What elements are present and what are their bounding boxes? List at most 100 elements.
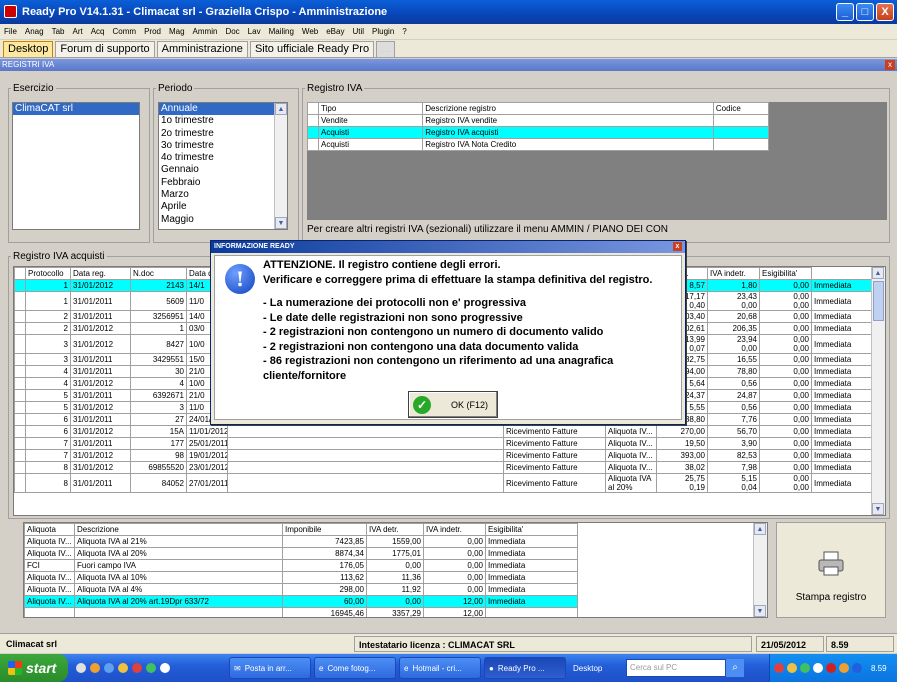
cell[interactable]: 0,00 xyxy=(759,413,812,426)
quicklaunch-icon[interactable] xyxy=(146,663,156,673)
cell[interactable]: Ricevimento Fatture xyxy=(503,449,606,462)
table-row[interactable]: Aliquota IV... Aliquota IVA al 4% 298,00 11… xyxy=(24,583,578,596)
cell[interactable]: 0,00 xyxy=(423,547,486,560)
scroll-down-icon[interactable]: ▼ xyxy=(754,605,766,617)
tab-forum[interactable]: Forum di supporto xyxy=(55,41,155,57)
tab-sito-ufficiale[interactable]: Sito ufficiale Ready Pro xyxy=(249,41,375,57)
cell[interactable]: 2143 xyxy=(130,279,187,292)
cell[interactable]: 16945,46 xyxy=(282,607,367,617)
scroll-up-icon[interactable]: ▲ xyxy=(275,103,287,115)
cell[interactable]: 0,00 xyxy=(759,461,812,474)
menu-mailing[interactable]: Mailing xyxy=(269,27,294,36)
cell[interactable]: 0,00 xyxy=(759,401,812,414)
periodo-item[interactable]: 3o trimestre xyxy=(159,140,287,152)
cell[interactable]: Immediata xyxy=(485,583,578,596)
cell[interactable]: 98 xyxy=(130,449,187,462)
cell[interactable]: 5,15 0,04 xyxy=(707,473,760,493)
cell[interactable]: 82,53 xyxy=(707,449,760,462)
periodo-item[interactable]: Maggio xyxy=(159,214,287,226)
cell[interactable]: 0,00 xyxy=(759,377,812,390)
cell[interactable]: 16,55 xyxy=(707,353,760,366)
cell[interactable]: 5609 xyxy=(130,291,187,311)
column-header[interactable]: Imponibile xyxy=(282,523,367,536)
quicklaunch-icon[interactable] xyxy=(118,663,128,673)
menu-acq[interactable]: Acq xyxy=(91,27,105,36)
cell[interactable]: 6 xyxy=(25,425,71,438)
cell[interactable]: 84052 xyxy=(130,473,187,493)
cell[interactable]: 3256951 xyxy=(130,310,187,323)
riepilogo-scrollbar[interactable]: ▲ ▼ xyxy=(753,523,767,617)
cell[interactable]: 0,00 xyxy=(759,425,812,438)
cell[interactable]: 177 xyxy=(130,437,187,450)
table-row[interactable]: FCI Fuori campo IVA 176,05 0,00 0,00 Immediat… xyxy=(24,559,578,572)
cell[interactable]: Immediata xyxy=(811,377,875,390)
cell[interactable]: Aliquota IVA al 10% xyxy=(74,571,283,584)
cell[interactable]: 23,94 0,00 xyxy=(707,334,760,354)
column-header[interactable]: N.doc xyxy=(130,267,187,280)
cell[interactable]: Aliquota IV... xyxy=(24,571,75,584)
periodo-item[interactable]: Gennaio xyxy=(159,164,287,176)
taskbar-button[interactable]: ✉ Posta in arr... xyxy=(229,657,311,679)
cell[interactable]: 31/01/2011 xyxy=(70,365,131,378)
tray-icon[interactable] xyxy=(774,663,784,673)
table-row[interactable]: Acquisti Registro IVA Nota Credito xyxy=(306,138,770,151)
search-icon[interactable]: ⌕ xyxy=(726,659,744,677)
cell[interactable]: Aliquota IV... xyxy=(605,461,657,474)
cell[interactable]: 298,00 xyxy=(282,583,367,596)
cell[interactable]: Immediata xyxy=(485,547,578,560)
tab-more[interactable]: ... xyxy=(376,41,396,57)
cell[interactable]: 31/01/2012 xyxy=(70,461,131,474)
table-row[interactable]: Aliquota IV... Aliquota IVA al 10% 113,62 1… xyxy=(24,571,578,584)
tray-icon[interactable] xyxy=(826,663,836,673)
cell[interactable]: 0,00 0,00 xyxy=(759,334,812,354)
cell[interactable]: 12,00 xyxy=(423,607,486,617)
periodo-item[interactable]: 1o trimestre xyxy=(159,115,287,127)
cell[interactable] xyxy=(227,461,504,474)
quicklaunch-icon[interactable] xyxy=(132,663,142,673)
scroll-thumb[interactable] xyxy=(873,281,884,321)
cell[interactable]: Immediata xyxy=(811,401,875,414)
cell[interactable]: Vendite xyxy=(318,114,424,127)
cell[interactable]: 0,00 xyxy=(366,595,424,608)
cell[interactable]: 3357,29 xyxy=(366,607,424,617)
cell[interactable]: 1,80 xyxy=(707,279,760,292)
cell[interactable]: Ricevimento Fatture xyxy=(503,461,606,474)
cell[interactable]: Immediata xyxy=(811,310,875,323)
cell[interactable]: 8874,34 xyxy=(282,547,367,560)
cell[interactable]: 60,00 xyxy=(282,595,367,608)
start-button[interactable]: start xyxy=(0,654,68,682)
menu-ebay[interactable]: eBay xyxy=(326,27,344,36)
table-row[interactable]: Aliquota IV... Aliquota IVA al 20% art.19… xyxy=(24,595,578,608)
cell[interactable]: Aliquota IVA al 20% xyxy=(74,547,283,560)
cell[interactable]: 0,56 xyxy=(707,377,760,390)
menu-doc[interactable]: Doc xyxy=(225,27,239,36)
menu-mag[interactable]: Mag xyxy=(169,27,185,36)
cell[interactable]: 1 xyxy=(25,279,71,292)
cell[interactable]: 3 xyxy=(25,353,71,366)
cell[interactable]: 113,62 xyxy=(282,571,367,584)
column-header[interactable]: Tipo xyxy=(318,102,424,115)
menu-lav[interactable]: Lav xyxy=(248,27,261,36)
periodo-item[interactable]: Aprile xyxy=(159,201,287,213)
cell[interactable] xyxy=(712,138,770,151)
cell[interactable]: 0,00 0,00 xyxy=(759,473,812,493)
cell[interactable]: 0,00 0,00 xyxy=(759,291,812,311)
cell[interactable]: Immediata xyxy=(811,334,875,354)
cell[interactable]: 31/01/2011 xyxy=(70,413,131,426)
menu-util[interactable]: Util xyxy=(352,27,364,36)
tray-icon[interactable] xyxy=(852,663,862,673)
cell[interactable]: 27 xyxy=(130,413,187,426)
cell[interactable]: Immediata xyxy=(811,449,875,462)
scroll-down-icon[interactable]: ▼ xyxy=(872,503,884,515)
ok-button[interactable]: ✓ OK (F12) xyxy=(408,391,498,418)
cell[interactable]: 31/01/2012 xyxy=(70,334,131,354)
cell[interactable]: 27/01/2011 xyxy=(186,473,228,493)
cell[interactable]: 38,02 xyxy=(656,461,708,474)
quicklaunch-icon[interactable] xyxy=(160,663,170,673)
cell[interactable]: Ricevimento Fatture xyxy=(503,437,606,450)
periodo-item[interactable]: Marzo xyxy=(159,189,287,201)
cell[interactable]: 0,00 xyxy=(759,310,812,323)
cell[interactable]: 20,68 xyxy=(707,310,760,323)
cell[interactable]: Immediata xyxy=(485,571,578,584)
minimize-button[interactable]: _ xyxy=(836,3,854,21)
